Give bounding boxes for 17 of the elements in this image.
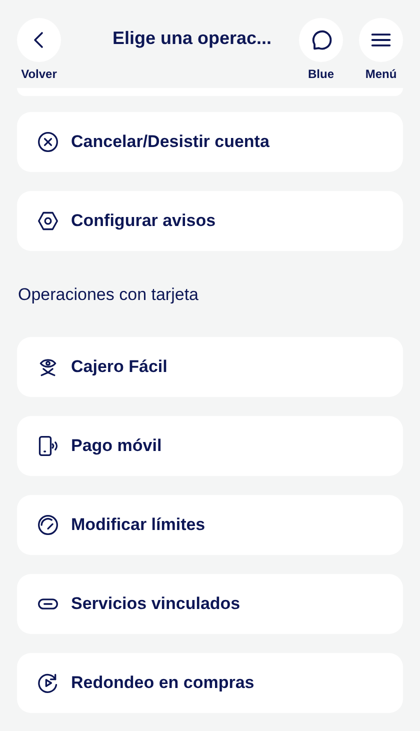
operation-item[interactable]: Servicios vinculados xyxy=(17,574,403,634)
cancel-icon xyxy=(37,131,59,153)
back-label: Volver xyxy=(21,66,57,83)
operation-item[interactable]: Configurar avisos xyxy=(17,191,403,251)
chat-label: Blue xyxy=(308,66,334,83)
operation-item[interactable]: Pago móvil xyxy=(17,416,403,476)
page-title: Elige una operac... xyxy=(111,27,273,50)
operation-item[interactable]: Cajero Fácil xyxy=(17,336,403,396)
gauge-icon xyxy=(37,514,59,536)
operation-item[interactable]: Modificar límites xyxy=(17,494,403,554)
play-circle-icon xyxy=(37,672,59,694)
hexagon-gear-icon xyxy=(37,210,59,232)
contactless-phone-icon xyxy=(37,434,59,456)
operation-item[interactable]: Redondeo en compras xyxy=(17,652,403,712)
section-heading: Operaciones con tarjeta xyxy=(18,284,200,306)
operation-item[interactable]: Cancelar/Desistir cuenta xyxy=(17,112,403,172)
menu-label: Menú xyxy=(365,66,397,83)
